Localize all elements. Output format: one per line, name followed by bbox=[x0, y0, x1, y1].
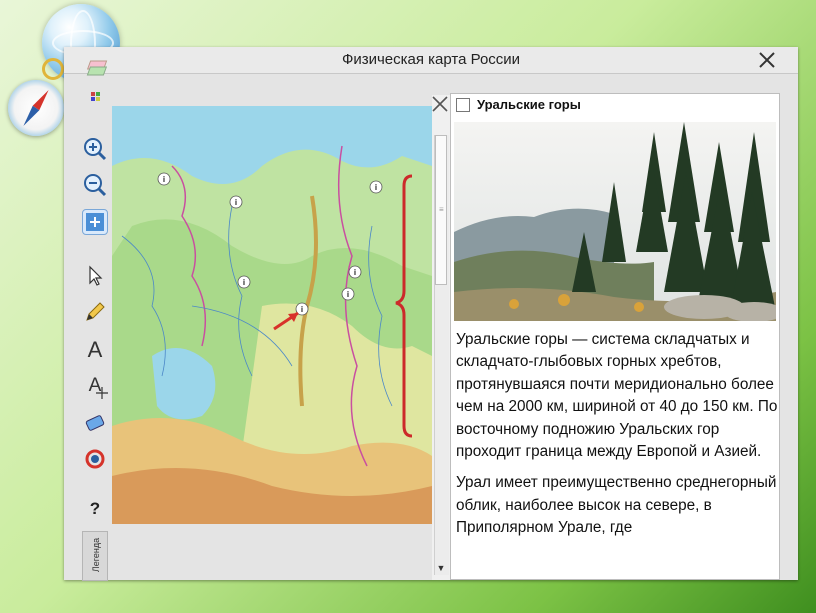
panel-description: Уральские горы — система складчатых и ск… bbox=[456, 329, 778, 549]
eraser-icon bbox=[85, 415, 105, 431]
ural-photo bbox=[454, 122, 776, 321]
undo-icon bbox=[85, 449, 105, 469]
map-info-marker: i bbox=[235, 198, 237, 207]
text-move-button[interactable]: A bbox=[82, 373, 108, 399]
pointer-icon bbox=[89, 265, 103, 286]
eraser-button[interactable] bbox=[82, 410, 108, 436]
left-toolbar: A A ? Легенда bbox=[80, 53, 110, 581]
map-window: Физическая карта России A A ? Легенда i … bbox=[64, 47, 798, 581]
text-tool-button[interactable]: A bbox=[82, 337, 108, 363]
mountain-forest-image bbox=[454, 122, 776, 321]
panel-paragraph: Уральские горы — система складчатых и ск… bbox=[456, 331, 778, 461]
map-info-marker: i bbox=[163, 175, 165, 184]
pencil-button[interactable] bbox=[82, 299, 108, 325]
zoom-out-icon bbox=[84, 174, 107, 197]
scroll-grip-icon: ≡ bbox=[439, 205, 444, 214]
info-panel: Уральские горы Уральские горы — система … bbox=[450, 93, 780, 580]
compass-logo bbox=[8, 80, 64, 136]
close-icon bbox=[432, 96, 448, 112]
help-label: ? bbox=[89, 499, 101, 518]
map-info-marker: i bbox=[354, 268, 356, 277]
undo-button[interactable] bbox=[82, 446, 108, 472]
chevron-down-icon: ▼ bbox=[436, 563, 446, 573]
zoom-out-button[interactable] bbox=[82, 172, 108, 198]
zoom-in-icon bbox=[84, 138, 107, 161]
pointer-button[interactable] bbox=[82, 263, 108, 289]
layers-icon bbox=[86, 60, 108, 76]
help-button[interactable]: ? bbox=[82, 496, 108, 522]
pencil-icon bbox=[86, 302, 105, 321]
compass-needle-south bbox=[20, 105, 40, 129]
window-title: Физическая карта России bbox=[341, 51, 521, 68]
panel-toggle-checkbox[interactable] bbox=[456, 98, 470, 112]
map-info-marker: i bbox=[375, 183, 377, 192]
fit-map-icon bbox=[86, 213, 104, 231]
grid-button[interactable] bbox=[82, 85, 108, 101]
map-info-marker: i bbox=[301, 305, 303, 314]
zoom-in-button[interactable] bbox=[82, 136, 108, 162]
layers-button[interactable] bbox=[82, 57, 108, 83]
move-arrows-icon bbox=[96, 387, 108, 399]
map-info-marker: i bbox=[243, 278, 245, 287]
map-canvas: i i i i i i i bbox=[112, 106, 432, 524]
close-icon bbox=[759, 52, 775, 68]
window-titlebar: Физическая карта России bbox=[64, 47, 798, 74]
text-tool-label: A bbox=[87, 337, 103, 362]
window-close-button[interactable] bbox=[755, 48, 779, 72]
panel-title: Уральские горы bbox=[477, 97, 581, 112]
compass-ring-icon bbox=[42, 58, 64, 80]
legend-tab-label: Легенда bbox=[91, 537, 101, 573]
panel-close-button[interactable] bbox=[431, 95, 449, 113]
grid-icon bbox=[91, 92, 100, 101]
map-info-marker: i bbox=[347, 290, 349, 299]
legend-tab[interactable]: Легенда bbox=[82, 531, 108, 581]
physical-map[interactable]: i i i i i i i bbox=[112, 106, 432, 524]
fit-map-button[interactable] bbox=[82, 209, 108, 235]
panel-paragraph: Урал имеет преимущественно среднегорный … bbox=[456, 474, 777, 537]
scroll-down-button[interactable]: ▼ bbox=[432, 560, 450, 576]
